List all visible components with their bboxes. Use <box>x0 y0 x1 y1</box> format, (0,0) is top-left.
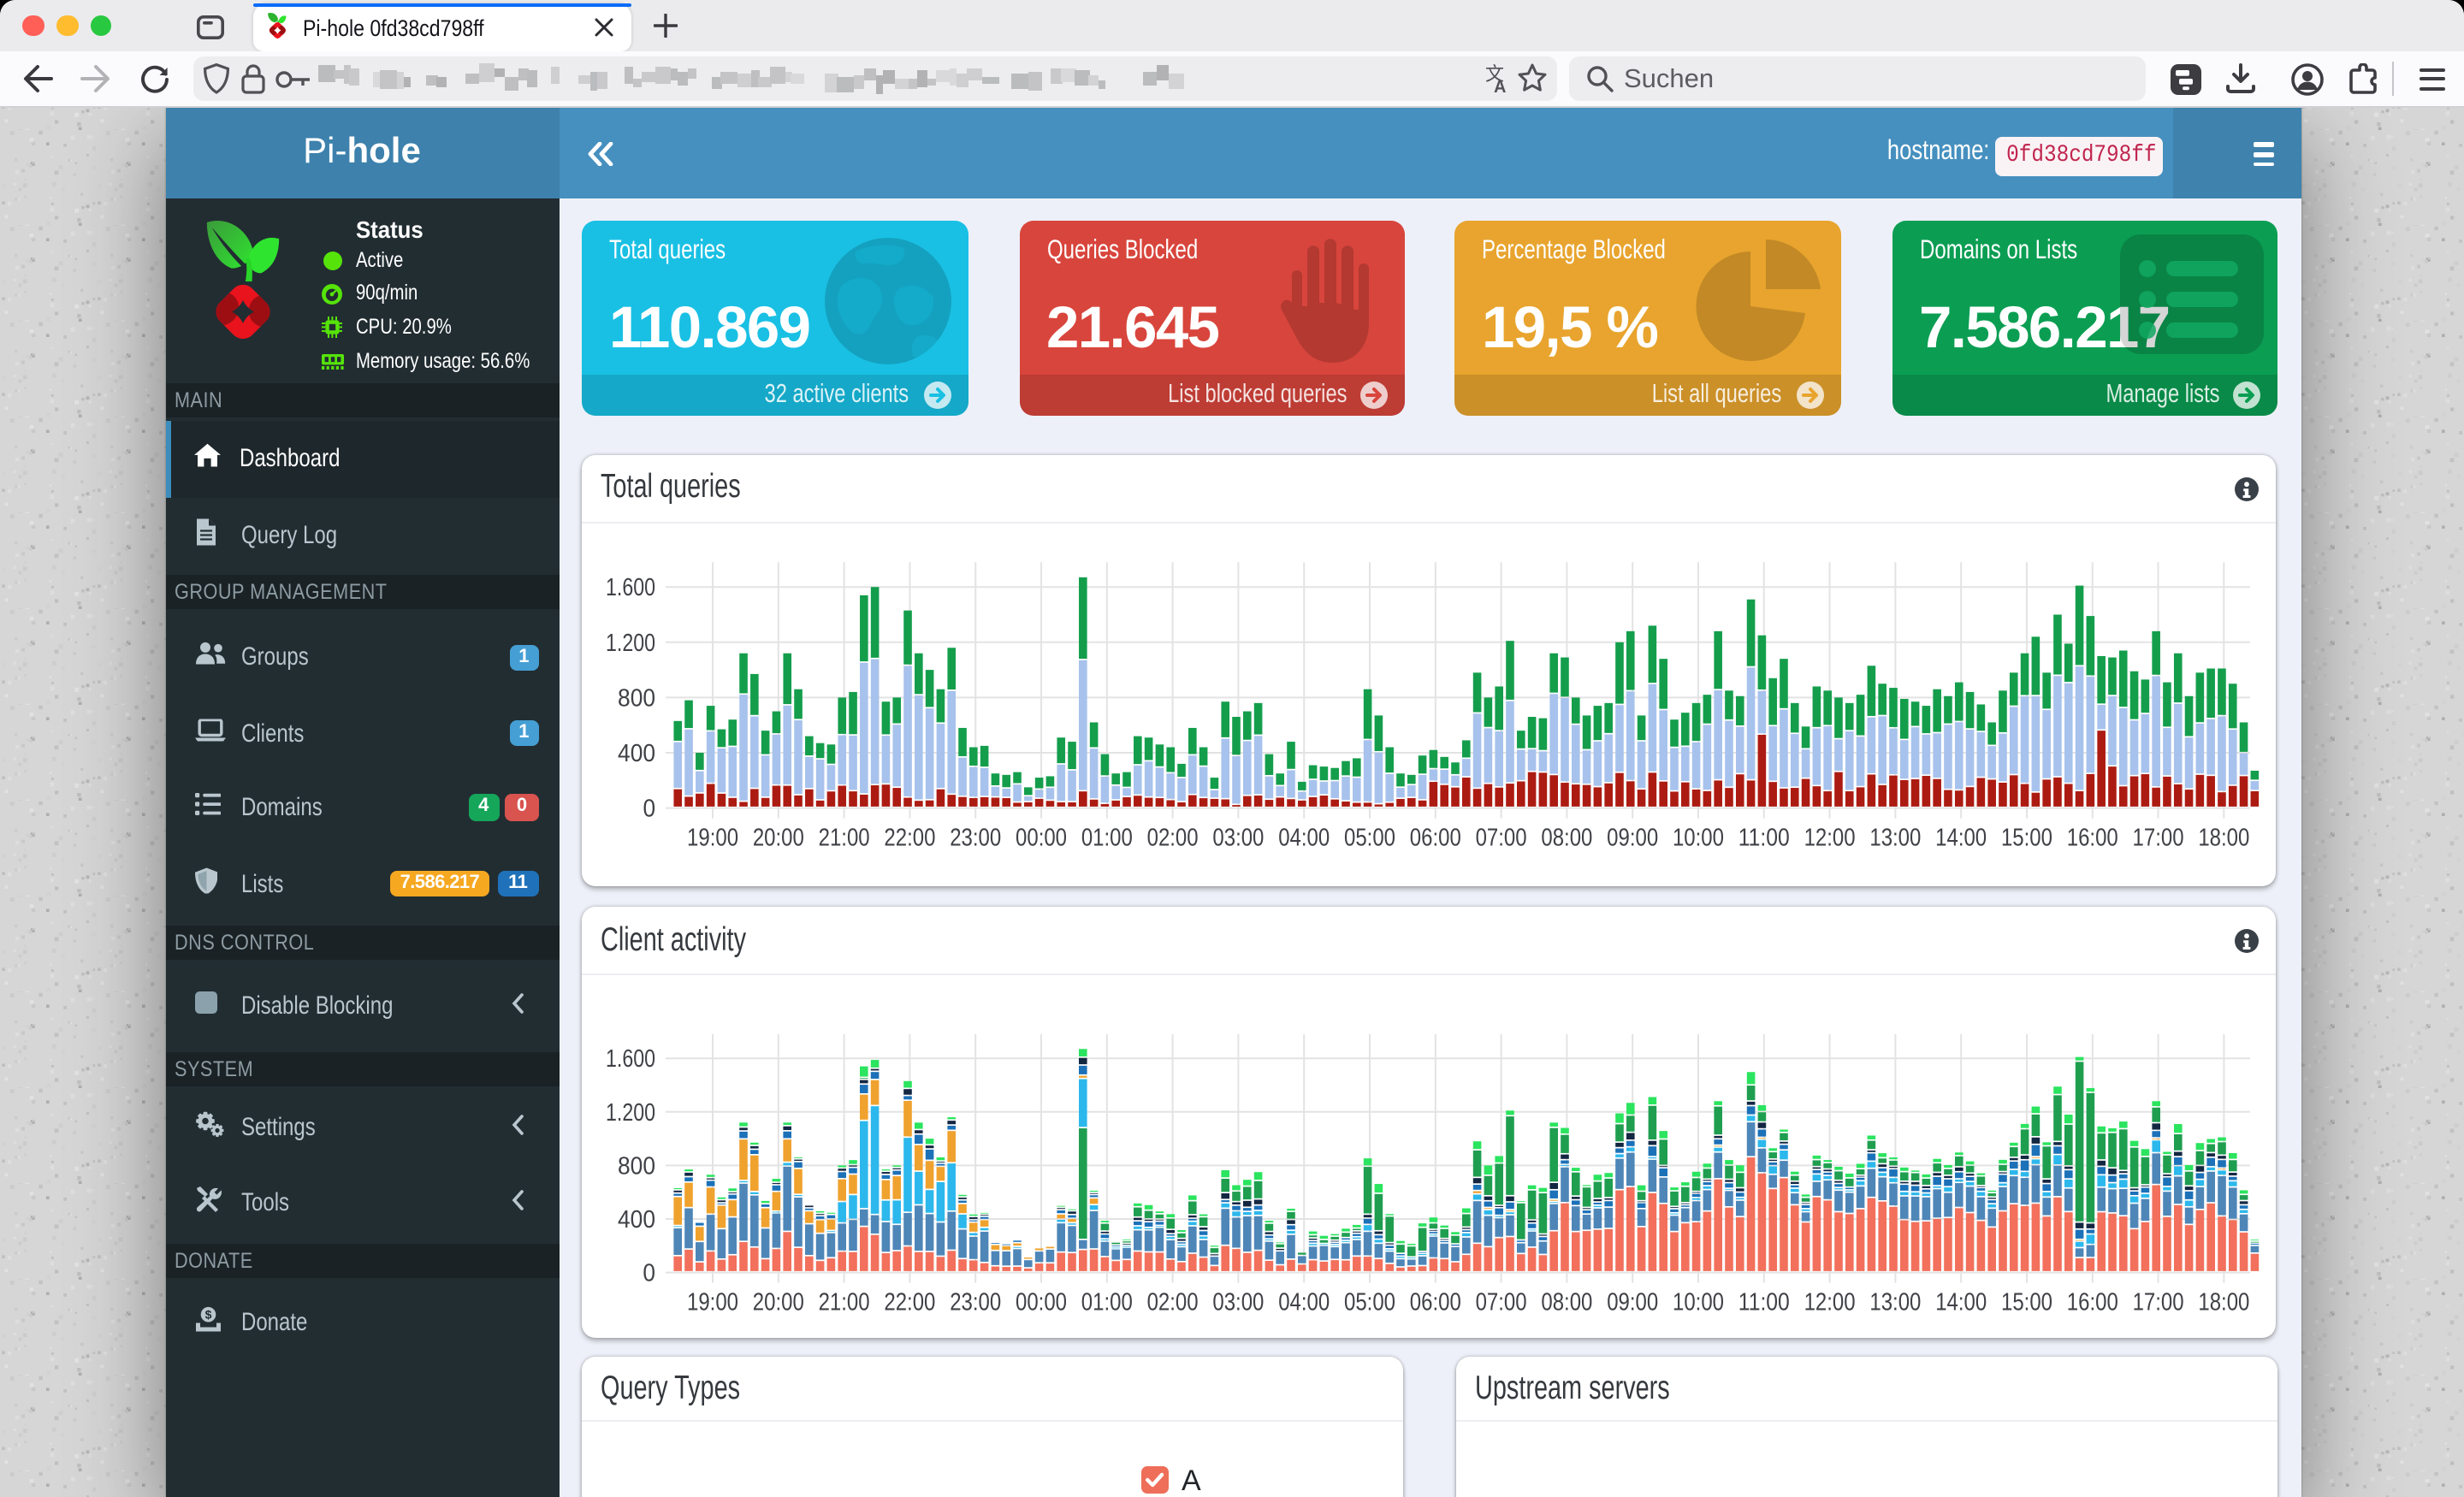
svg-text:13:00: 13:00 <box>1869 1289 1921 1317</box>
svg-text:03:00: 03:00 <box>1212 1289 1264 1317</box>
svg-text:0: 0 <box>643 795 655 822</box>
svg-text:02:00: 02:00 <box>1147 1289 1199 1317</box>
svg-text:08:00: 08:00 <box>1541 1289 1592 1317</box>
svg-text:17:00: 17:00 <box>2133 1289 2184 1317</box>
svg-text:A: A <box>1494 77 1506 95</box>
svg-text:19:00: 19:00 <box>687 824 738 851</box>
svg-text:02:00: 02:00 <box>1147 824 1199 851</box>
svg-text:05:00: 05:00 <box>1344 1289 1395 1317</box>
svg-text:18:00: 18:00 <box>2198 1289 2249 1317</box>
svg-text:10:00: 10:00 <box>1673 1289 1724 1317</box>
svg-text:10:00: 10:00 <box>1673 824 1724 851</box>
svg-text:20:00: 20:00 <box>753 1289 804 1317</box>
svg-text:1.200: 1.200 <box>606 629 655 656</box>
svg-text:16:00: 16:00 <box>2067 1289 2118 1317</box>
svg-text:400: 400 <box>618 1206 655 1234</box>
svg-text:01:00: 01:00 <box>1081 1289 1133 1317</box>
svg-text:14:00: 14:00 <box>1935 1289 1987 1317</box>
svg-text:12:00: 12:00 <box>1804 1289 1856 1317</box>
svg-text:11:00: 11:00 <box>1738 824 1790 851</box>
svg-text:800: 800 <box>618 684 655 712</box>
svg-text:06:00: 06:00 <box>1410 1289 1461 1317</box>
svg-text:05:00: 05:00 <box>1344 824 1395 851</box>
svg-text:04:00: 04:00 <box>1278 824 1330 851</box>
svg-text:17:00: 17:00 <box>2133 824 2184 851</box>
svg-text:21:00: 21:00 <box>819 824 870 851</box>
svg-text:11:00: 11:00 <box>1738 1289 1790 1317</box>
svg-text:00:00: 00:00 <box>1016 1289 1067 1317</box>
svg-text:400: 400 <box>618 740 655 767</box>
svg-text:21:00: 21:00 <box>819 1289 870 1317</box>
svg-text:1.200: 1.200 <box>606 1099 655 1127</box>
svg-text:04:00: 04:00 <box>1278 1289 1330 1317</box>
svg-text:07:00: 07:00 <box>1476 824 1527 851</box>
svg-text:00:00: 00:00 <box>1016 824 1067 851</box>
svg-text:1.600: 1.600 <box>606 1045 655 1073</box>
svg-text:15:00: 15:00 <box>2001 824 2052 851</box>
svg-text:$: $ <box>204 1308 211 1322</box>
svg-text:06:00: 06:00 <box>1410 824 1461 851</box>
svg-text:1.600: 1.600 <box>606 574 655 601</box>
svg-text:23:00: 23:00 <box>950 1289 1001 1317</box>
svg-text:15:00: 15:00 <box>2001 1289 2052 1317</box>
svg-text:13:00: 13:00 <box>1869 824 1921 851</box>
svg-text:08:00: 08:00 <box>1541 824 1592 851</box>
svg-text:16:00: 16:00 <box>2067 824 2118 851</box>
svg-text:14:00: 14:00 <box>1935 824 1987 851</box>
svg-text:12:00: 12:00 <box>1804 824 1856 851</box>
svg-text:0: 0 <box>643 1260 655 1287</box>
svg-text:23:00: 23:00 <box>950 824 1001 851</box>
svg-text:03:00: 03:00 <box>1212 824 1264 851</box>
svg-text:800: 800 <box>618 1152 655 1180</box>
svg-text:07:00: 07:00 <box>1476 1289 1527 1317</box>
svg-text:09:00: 09:00 <box>1607 824 1658 851</box>
svg-text:18:00: 18:00 <box>2198 824 2249 851</box>
svg-text:09:00: 09:00 <box>1607 1289 1658 1317</box>
svg-text:22:00: 22:00 <box>884 1289 935 1317</box>
svg-text:19:00: 19:00 <box>687 1289 738 1317</box>
svg-text:22:00: 22:00 <box>884 824 935 851</box>
svg-text:20:00: 20:00 <box>753 824 804 851</box>
svg-text:01:00: 01:00 <box>1081 824 1133 851</box>
